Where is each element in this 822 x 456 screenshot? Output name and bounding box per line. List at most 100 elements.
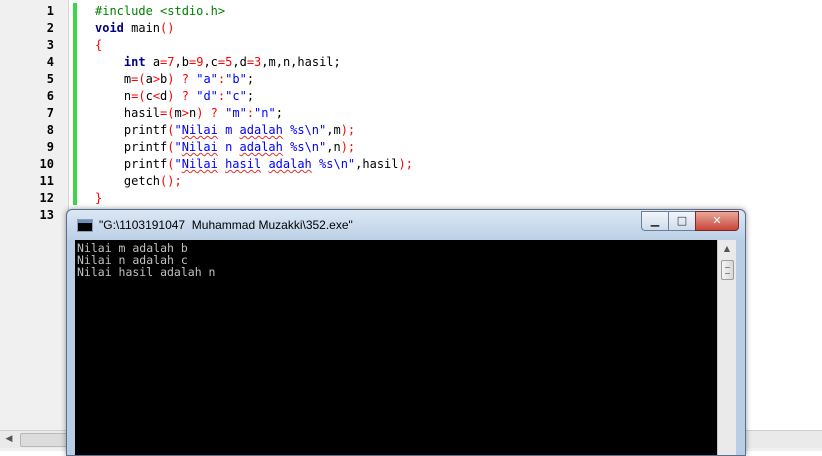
- scroll-left-arrow-icon[interactable]: ◀: [2, 433, 16, 446]
- code-token: :: [246, 106, 255, 120]
- code-token: a: [145, 55, 161, 69]
- code-line[interactable]: #include <stdio.h>: [95, 3, 413, 20]
- code-line[interactable]: printf("Nilai hasil adalah %s\n",hasil);: [95, 156, 413, 173]
- code-token: {: [95, 38, 103, 52]
- console-window[interactable]: "G:\1103191047 Muhammad Muzakki\352.exe"…: [66, 209, 746, 456]
- code-token: printf: [95, 140, 168, 154]
- minimize-button[interactable]: ▁: [641, 211, 668, 231]
- line-number: 9: [46, 140, 54, 154]
- code-token: %s\n": [282, 140, 327, 154]
- code-token: >: [181, 106, 189, 120]
- code-token: );: [340, 123, 356, 137]
- code-token: =(: [160, 106, 175, 120]
- vertical-scrollbar[interactable]: ▲: [717, 240, 736, 455]
- code-token: <: [152, 89, 161, 103]
- code-token: ,hasil: [355, 157, 399, 171]
- code-token: Nilai: [181, 157, 218, 171]
- line-number: 10: [39, 157, 54, 171]
- console-output-area[interactable]: Nilai m adalah b Nilai n adalah c Nilai ha…: [75, 240, 717, 455]
- code-token: adalah: [268, 157, 312, 171]
- code-line[interactable]: }: [95, 190, 413, 207]
- code-token: }: [95, 191, 103, 205]
- code-token: m: [217, 123, 240, 137]
- code-token: );: [398, 157, 413, 171]
- code-token: c: [145, 89, 153, 103]
- code-token: ?: [181, 72, 189, 86]
- code-line[interactable]: {: [95, 37, 413, 54]
- code-token: m: [95, 72, 132, 86]
- code-token: adalah: [239, 140, 283, 154]
- code-token: %s\n": [311, 157, 356, 171]
- code-token: =(: [131, 72, 146, 86]
- window-controls: ▁ □ ✕: [641, 211, 739, 231]
- code-token: Nilai: [181, 140, 218, 154]
- code-line[interactable]: m=(a>b) ? "a":"b";: [95, 71, 413, 88]
- code-token: ;: [275, 106, 283, 120]
- code-token: =: [246, 55, 255, 69]
- horizontal-scroll-thumb[interactable]: [20, 433, 68, 447]
- line-number-gutter: 1 2 3 4 5 6 7 8 9 10 11 12 13: [0, 0, 69, 430]
- code-token: hasil: [225, 157, 262, 171]
- code-token: ,d: [232, 55, 247, 69]
- console-title: "G:\1103191047 Muhammad Muzakki\352.exe": [99, 218, 353, 232]
- code-token: ": [174, 123, 182, 137]
- vertical-scroll-thumb[interactable]: [721, 260, 734, 280]
- code-line[interactable]: n=(c<d) ? "d":"c";: [95, 88, 413, 105]
- change-marker-bar: [73, 3, 77, 205]
- console-output-line: Nilai hasil adalah n: [77, 265, 216, 279]
- code-token: >: [152, 72, 161, 86]
- line-number: 8: [46, 123, 54, 137]
- line-number: 12: [39, 191, 54, 205]
- code-line[interactable]: void main(): [95, 20, 413, 37]
- code-token: ,m: [326, 123, 341, 137]
- code-token: printf: [95, 157, 168, 171]
- code-token: ,b: [174, 55, 189, 69]
- code-line[interactable]: getch();: [95, 173, 413, 190]
- code-token: #include <stdio.h>: [95, 4, 226, 18]
- line-number: 7: [46, 106, 54, 120]
- code-token: a: [145, 72, 153, 86]
- code-token: ,n: [326, 140, 341, 154]
- code-token: "a": [196, 72, 218, 86]
- code-line[interactable]: printf("Nilai n adalah %s\n",n);: [95, 139, 413, 156]
- code-token: int: [123, 55, 146, 69]
- code-token: getch: [95, 174, 161, 188]
- console-output-text: Nilai m adalah b Nilai n adalah c Nilai ha…: [77, 242, 215, 278]
- code-token: (): [160, 21, 175, 35]
- code-text-area[interactable]: #include <stdio.h> void main(){ int a = 7,b…: [95, 3, 413, 224]
- line-number: 11: [39, 174, 54, 188]
- line-number: 6: [46, 89, 54, 103]
- code-token: Nilai: [181, 123, 218, 137]
- line-number: 4: [46, 55, 54, 69]
- close-button[interactable]: ✕: [695, 211, 739, 231]
- code-line[interactable]: hasil=(m>n) ? "m":"n";: [95, 105, 413, 122]
- code-token: ();: [160, 174, 182, 188]
- code-token: n: [217, 140, 240, 154]
- code-token: ,c: [203, 55, 218, 69]
- code-line[interactable]: int a=7,b=9,c=5,d=3,m,n,hasil;: [95, 54, 413, 71]
- code-token: 7: [167, 55, 175, 69]
- scroll-up-arrow-icon[interactable]: ▲: [720, 242, 734, 256]
- console-titlebar[interactable]: "G:\1103191047 Muhammad Muzakki\352.exe"…: [67, 210, 745, 240]
- console-app-icon: [77, 219, 93, 232]
- code-token: ,m,n,hasil;: [261, 55, 341, 69]
- code-token: ": [174, 157, 182, 171]
- code-token: =(: [131, 89, 146, 103]
- code-token: "d": [196, 89, 218, 103]
- code-line[interactable]: printf("Nilai m adalah %s\n",m);: [95, 122, 413, 139]
- line-number: 13: [39, 208, 54, 222]
- code-token: void: [95, 21, 124, 35]
- code-token: ): [167, 72, 175, 86]
- line-number: 3: [46, 38, 54, 52]
- code-token: m: [174, 106, 182, 120]
- maximize-button[interactable]: □: [668, 211, 695, 231]
- line-number: 1: [46, 4, 54, 18]
- line-number: 5: [46, 72, 54, 86]
- code-token: hasil: [95, 106, 161, 120]
- code-token: n: [95, 89, 132, 103]
